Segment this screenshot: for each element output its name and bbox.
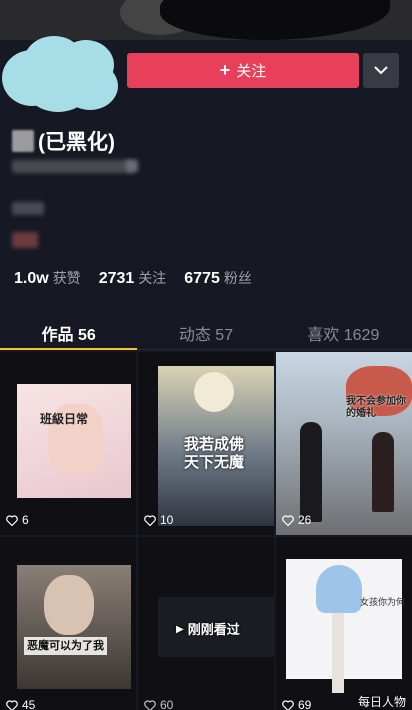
profile-name: (已黑化) bbox=[12, 126, 115, 156]
thumbnail-figure bbox=[44, 575, 94, 635]
active-tab-indicator bbox=[0, 348, 137, 350]
heart-icon bbox=[282, 699, 294, 710]
thumbnail-figure bbox=[316, 565, 362, 613]
follow-button[interactable]: + 关注 bbox=[127, 53, 359, 88]
thumbnail-figure bbox=[194, 372, 234, 412]
more-button[interactable] bbox=[363, 53, 399, 88]
redacted-tag bbox=[12, 232, 38, 248]
profile-stats: 1.0w 获赞 2731 关注 6775 粉丝 bbox=[14, 268, 270, 288]
like-count-value: 26 bbox=[298, 513, 312, 527]
plus-icon: + bbox=[219, 60, 231, 80]
video-caption: 恶魔可以为了我 bbox=[24, 637, 107, 655]
like-count: 69 bbox=[282, 698, 311, 710]
like-count-value: 60 bbox=[160, 698, 174, 710]
heart-icon bbox=[6, 699, 18, 710]
following-count[interactable]: 2731 bbox=[99, 270, 135, 288]
video-caption: 班級日常 bbox=[40, 412, 89, 426]
like-count-value: 45 bbox=[22, 698, 36, 710]
watermark: 每日人物 bbox=[357, 695, 406, 709]
redacted-name bbox=[12, 130, 34, 152]
name-suffix: (已黑化) bbox=[38, 131, 115, 154]
video-thumbnail[interactable]: 恶魔可以为了我 45 bbox=[0, 537, 136, 710]
profile-tabs: 作品 56 动态 57 喜欢 1629 bbox=[0, 312, 412, 350]
heart-icon bbox=[144, 699, 156, 710]
likes-count: 1.0w bbox=[14, 270, 49, 287]
video-caption: 我若成佛 天下无魔 bbox=[184, 436, 245, 471]
thumbnail-figure bbox=[372, 432, 394, 512]
video-thumbnail[interactable]: 我不会参加你的婚礼 26 bbox=[276, 352, 412, 535]
following-label[interactable]: 关注 bbox=[138, 268, 166, 288]
like-count-value: 10 bbox=[160, 513, 174, 527]
video-caption: 我不会参加你的婚礼 bbox=[346, 396, 406, 419]
avatar[interactable] bbox=[2, 34, 120, 112]
heart-icon bbox=[144, 514, 156, 526]
like-count: 26 bbox=[282, 513, 311, 527]
like-count-value: 6 bbox=[22, 513, 29, 527]
redacted-bio bbox=[12, 202, 44, 215]
copy-icon[interactable] bbox=[126, 160, 138, 172]
followers-label[interactable]: 粉丝 bbox=[224, 268, 252, 288]
video-thumbnail[interactable]: 我若成佛 天下无魔 10 bbox=[138, 352, 274, 535]
chevron-down-icon bbox=[374, 66, 388, 75]
follow-label: 关注 bbox=[236, 63, 267, 80]
tab-works[interactable]: 作品 56 bbox=[0, 312, 137, 349]
like-count: 60 bbox=[144, 698, 173, 710]
thumbnail-figure bbox=[300, 422, 322, 522]
redacted-id bbox=[12, 160, 134, 173]
video-thumbnail[interactable]: ▶ 刚刚看过 60 bbox=[138, 537, 274, 710]
like-count: 6 bbox=[6, 513, 29, 527]
heart-icon bbox=[282, 514, 294, 526]
video-caption: 刚刚看过 bbox=[187, 622, 240, 637]
thumbnail-figure-legs bbox=[332, 613, 344, 693]
video-grid: 班級日常 6 我若成佛 天下无魔 10 我不会参加你的婚礼 26 恶魔可以为了我 bbox=[0, 352, 412, 710]
tab-dynamics[interactable]: 动态 57 bbox=[137, 312, 274, 349]
video-caption: 女孩你为何 bbox=[360, 597, 406, 607]
video-thumbnail[interactable]: 班級日常 6 bbox=[0, 352, 136, 535]
video-thumbnail[interactable]: 女孩你为何 69 每日人物 bbox=[276, 537, 412, 710]
likes-label: 获赞 bbox=[52, 270, 81, 286]
recently-viewed-label: ▶ 刚刚看过 bbox=[176, 621, 240, 639]
tab-likes[interactable]: 喜欢 1629 bbox=[275, 312, 412, 349]
like-count: 10 bbox=[144, 513, 173, 527]
like-count-value: 69 bbox=[298, 698, 312, 710]
play-icon: ▶ bbox=[176, 624, 184, 635]
like-count: 45 bbox=[6, 698, 35, 710]
followers-count[interactable]: 6775 bbox=[184, 270, 220, 288]
heart-icon bbox=[6, 514, 18, 526]
